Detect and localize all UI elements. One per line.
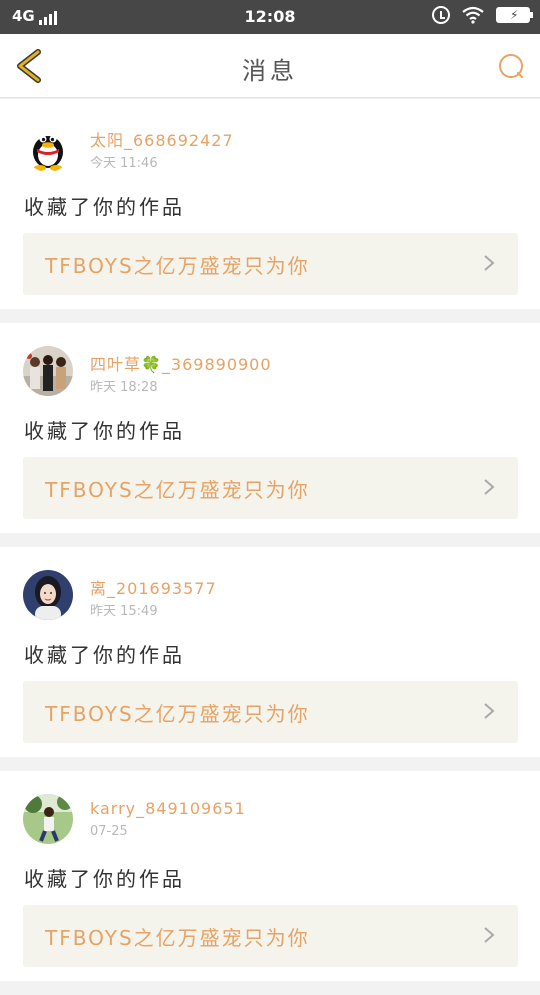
message-action: 收藏了你的作品 — [24, 643, 185, 667]
sender-name[interactable]: 离_201693577 — [90, 575, 217, 599]
qq-penguin-icon — [23, 122, 73, 172]
chevron-right-icon — [484, 927, 495, 943]
work-link[interactable]: TFBOYS之亿万盛宠只为你 — [23, 233, 518, 295]
message-action: 收藏了你的作品 — [24, 867, 185, 891]
sender-name[interactable]: 四叶草🍀_369890900 — [90, 351, 272, 375]
message-time: 昨天 18:28 — [90, 380, 158, 395]
message-card: 太阳_668692427 今天 11:46 收藏了你的作品 TFBOYS之亿万盛… — [0, 99, 540, 309]
alarm-icon — [432, 6, 450, 24]
status-bar: 4G 12:08 ⚡ — [0, 0, 540, 34]
message-time: 今天 11:46 — [90, 156, 158, 171]
battery-icon: ⚡ — [496, 7, 533, 23]
message-card: 离_201693577 昨天 15:49 收藏了你的作品 TFBOYS之亿万盛宠… — [0, 547, 540, 757]
message-list: 太阳_668692427 今天 11:46 收藏了你的作品 TFBOYS之亿万盛… — [0, 99, 540, 995]
message-action: 收藏了你的作品 — [24, 419, 185, 443]
outdoor-photo-icon — [23, 794, 73, 844]
sender-name[interactable]: karry_849109651 — [90, 799, 246, 818]
search-icon[interactable] — [497, 52, 525, 80]
work-link[interactable]: TFBOYS之亿万盛宠只为你 — [23, 681, 518, 743]
page-title: 消息 — [242, 57, 298, 85]
work-title: TFBOYS之亿万盛宠只为你 — [45, 254, 310, 278]
work-title: TFBOYS之亿万盛宠只为你 — [45, 702, 310, 726]
chevron-right-icon — [484, 255, 495, 271]
message-time: 昨天 15:49 — [90, 604, 158, 619]
chevron-right-icon — [484, 703, 495, 719]
work-link[interactable]: TFBOYS之亿万盛宠只为你 — [23, 457, 518, 519]
group-photo-icon — [23, 346, 73, 396]
avatar[interactable] — [23, 122, 73, 172]
avatar[interactable] — [23, 794, 73, 844]
avatar[interactable] — [23, 570, 73, 620]
work-title: TFBOYS之亿万盛宠只为你 — [45, 926, 310, 950]
nav-bar: 消息 — [0, 34, 540, 98]
message-action: 收藏了你的作品 — [24, 195, 185, 219]
wifi-icon — [462, 6, 484, 24]
message-card: karry_849109651 07-25 收藏了你的作品 TFBOYS之亿万盛… — [0, 771, 540, 981]
chevron-right-icon — [484, 479, 495, 495]
message-card: 四叶草🍀_369890900 昨天 18:28 收藏了你的作品 TFBOYS之亿… — [0, 323, 540, 533]
message-time: 07-25 — [90, 824, 128, 839]
work-link[interactable]: TFBOYS之亿万盛宠只为你 — [23, 905, 518, 967]
work-title: TFBOYS之亿万盛宠只为你 — [45, 478, 310, 502]
avatar[interactable] — [23, 346, 73, 396]
portrait-icon — [23, 570, 73, 620]
sender-name[interactable]: 太阳_668692427 — [90, 127, 234, 151]
